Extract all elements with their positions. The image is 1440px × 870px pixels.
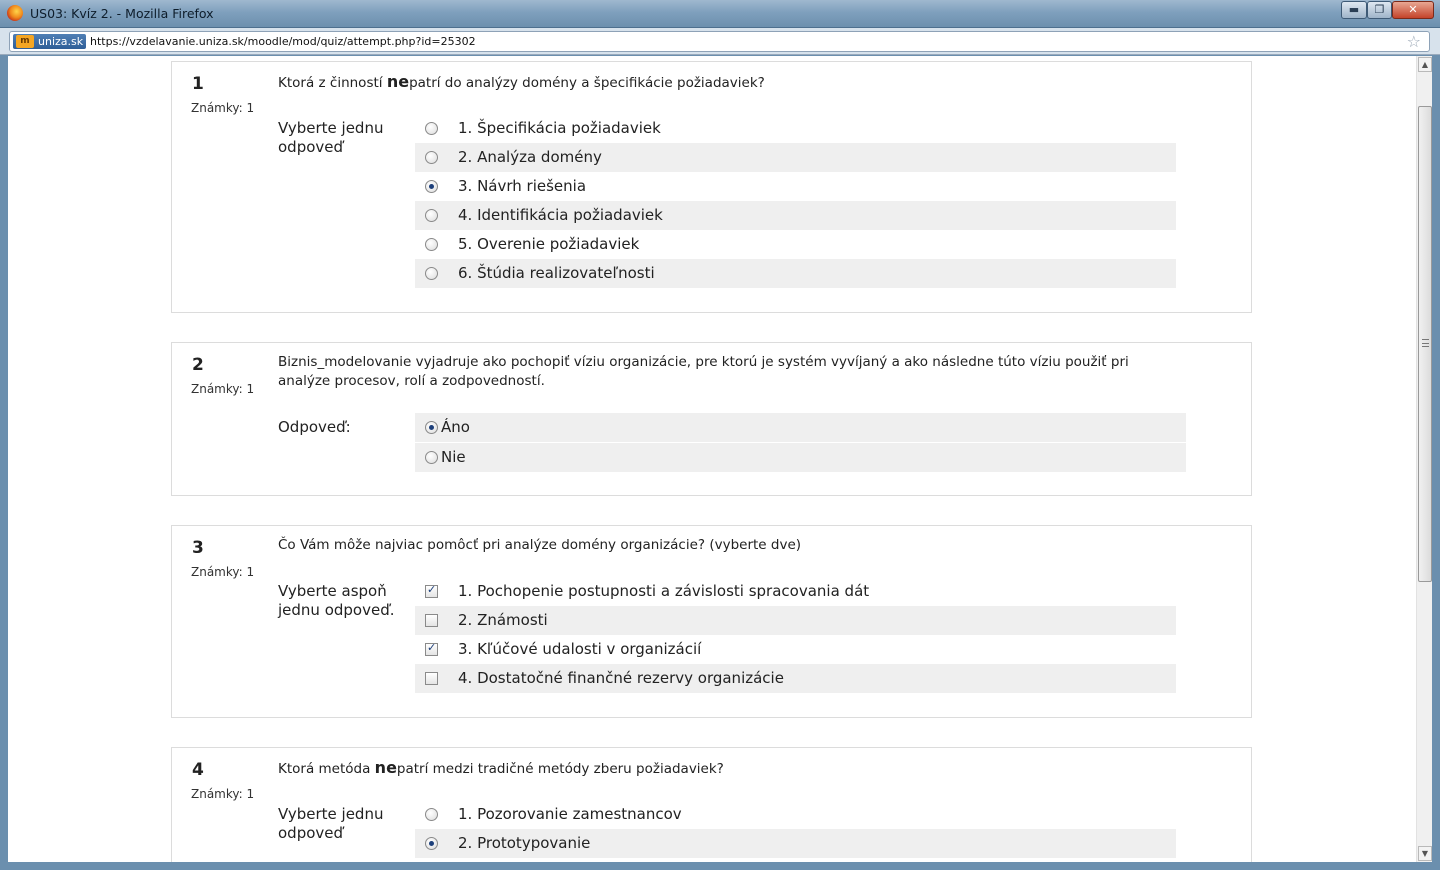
- answer-prompt: Odpoveď:: [278, 418, 351, 436]
- question-grade: Známky: 1: [191, 382, 255, 396]
- radio-button[interactable]: [425, 122, 438, 135]
- question-number: 2: [192, 355, 204, 375]
- question-text: Ktorá z činností nepatrí do analýzy domé…: [278, 72, 765, 91]
- address-bar: m uniza.sk https://vzdelavanie.uniza.sk/…: [0, 28, 1440, 55]
- page-content: 1 Známky: 1 Ktorá z činností nepatrí do …: [8, 56, 1432, 862]
- scrollbar-grip-icon: [1422, 339, 1429, 347]
- answer-label[interactable]: 2. Prototypovanie: [458, 834, 590, 852]
- question-number: 1: [192, 74, 204, 94]
- answer-option[interactable]: 1. Pozorovanie zamestnancov: [415, 800, 1176, 829]
- window-titlebar: US03: Kvíz 2. - Mozilla Firefox ▬ ❐ ✕: [0, 0, 1440, 28]
- firefox-icon: [7, 5, 23, 21]
- answer-option[interactable]: Áno: [415, 413, 1186, 442]
- answer-option[interactable]: 5. Overenie požiadaviek: [415, 230, 1176, 259]
- question-1: 1 Známky: 1 Ktorá z činností nepatrí do …: [171, 61, 1252, 313]
- scrollbar-thumb[interactable]: [1418, 106, 1432, 582]
- answer-label[interactable]: 5. Overenie požiadaviek: [458, 235, 639, 253]
- answer-label[interactable]: 2. Známosti: [458, 611, 548, 629]
- checkbox[interactable]: [425, 583, 438, 598]
- question-2: 2 Známky: 1 Biznis_modelovanie vyjadruje…: [171, 342, 1252, 496]
- answer-option[interactable]: 3. Kľúčové udalosti v organizácií: [415, 635, 1176, 664]
- scroll-down-arrow-icon[interactable]: ▼: [1418, 846, 1432, 861]
- window-title: US03: Kvíz 2. - Mozilla Firefox: [30, 6, 214, 21]
- answer-option[interactable]: 1. Špecifikácia požiadaviek: [415, 114, 1176, 143]
- answer-label[interactable]: Nie: [441, 448, 466, 466]
- question-grade: Známky: 1: [191, 101, 255, 115]
- radio-button[interactable]: [425, 267, 438, 280]
- answer-option[interactable]: 3. Návrh riešenia: [415, 172, 1176, 201]
- moodle-icon: m: [16, 35, 34, 48]
- question-text: Biznis_modelovanie vyjadruje ako pochopi…: [278, 354, 1129, 389]
- url-field[interactable]: m uniza.sk https://vzdelavanie.uniza.sk/…: [9, 31, 1430, 52]
- question-grade: Známky: 1: [191, 787, 255, 801]
- radio-button[interactable]: [425, 209, 438, 222]
- question-number: 3: [192, 538, 204, 558]
- scroll-up-arrow-icon[interactable]: ▲: [1418, 57, 1432, 72]
- answer-prompt: Vyberte jednu odpoveď: [278, 119, 384, 156]
- answer-label[interactable]: 1. Pochopenie postupnosti a závislosti s…: [458, 582, 869, 600]
- checkbox[interactable]: [425, 614, 438, 627]
- site-identity-button[interactable]: m uniza.sk: [13, 34, 86, 49]
- answer-label[interactable]: 2. Analýza domény: [458, 148, 602, 166]
- answer-label[interactable]: 4. Dostatočné finančné rezervy organizác…: [458, 669, 784, 687]
- bookmark-star-icon[interactable]: ☆: [1407, 32, 1421, 51]
- answer-label[interactable]: 3. Kľúčové udalosti v organizácií: [458, 640, 701, 658]
- answer-option[interactable]: 1. Pochopenie postupnosti a závislosti s…: [415, 577, 1176, 606]
- url-text[interactable]: https://vzdelavanie.uniza.sk/moodle/mod/…: [90, 35, 476, 48]
- question-3: 3 Známky: 1 Čo Vám môže najviac pomôcť p…: [171, 525, 1252, 718]
- answer-label[interactable]: 1. Špecifikácia požiadaviek: [458, 119, 661, 137]
- answer-option[interactable]: 6. Štúdia realizovateľnosti: [415, 259, 1176, 288]
- answer-label[interactable]: 3. Návrh riešenia: [458, 177, 586, 195]
- answer-prompt: Vyberte aspoň jednu odpoveď.: [278, 582, 395, 619]
- minimize-button[interactable]: ▬: [1341, 1, 1367, 19]
- close-button[interactable]: ✕: [1392, 1, 1434, 19]
- radio-button[interactable]: [425, 238, 438, 251]
- site-identity-label: uniza.sk: [38, 35, 84, 48]
- radio-button[interactable]: [425, 180, 438, 193]
- answer-option[interactable]: 2. Známosti: [415, 606, 1176, 635]
- radio-button[interactable]: [425, 421, 438, 434]
- maximize-button[interactable]: ❐: [1367, 1, 1392, 19]
- radio-button[interactable]: [425, 451, 438, 464]
- checkbox[interactable]: [425, 641, 438, 656]
- answer-label[interactable]: 1. Pozorovanie zamestnancov: [458, 805, 682, 823]
- radio-button[interactable]: [425, 808, 438, 821]
- question-number: 4: [192, 760, 204, 780]
- window-bottom-border: [0, 862, 1440, 870]
- answer-option[interactable]: 2. Prototypovanie: [415, 829, 1176, 858]
- answer-prompt: Vyberte jednu odpoveď: [278, 805, 384, 842]
- answer-option[interactable]: 2. Analýza domény: [415, 143, 1176, 172]
- answer-option[interactable]: Nie: [415, 443, 1186, 472]
- checkbox[interactable]: [425, 672, 438, 685]
- answer-option[interactable]: 4. Dostatočné finančné rezervy organizác…: [415, 664, 1176, 693]
- vertical-scrollbar[interactable]: ▲ ▼: [1416, 56, 1432, 862]
- radio-button[interactable]: [425, 837, 438, 850]
- answer-label[interactable]: Áno: [441, 418, 470, 436]
- answer-label[interactable]: 4. Identifikácia požiadaviek: [458, 206, 663, 224]
- radio-button[interactable]: [425, 151, 438, 164]
- answer-option[interactable]: 4. Identifikácia požiadaviek: [415, 201, 1176, 230]
- answer-label[interactable]: 6. Štúdia realizovateľnosti: [458, 264, 655, 282]
- question-text: Čo Vám môže najviac pomôcť pri analýze d…: [278, 537, 802, 553]
- question-4: 4 Známky: 1 Ktorá metóda nepatrí medzi t…: [171, 747, 1252, 862]
- question-text: Ktorá metóda nepatrí medzi tradičné metó…: [278, 758, 724, 777]
- question-grade: Známky: 1: [191, 565, 255, 579]
